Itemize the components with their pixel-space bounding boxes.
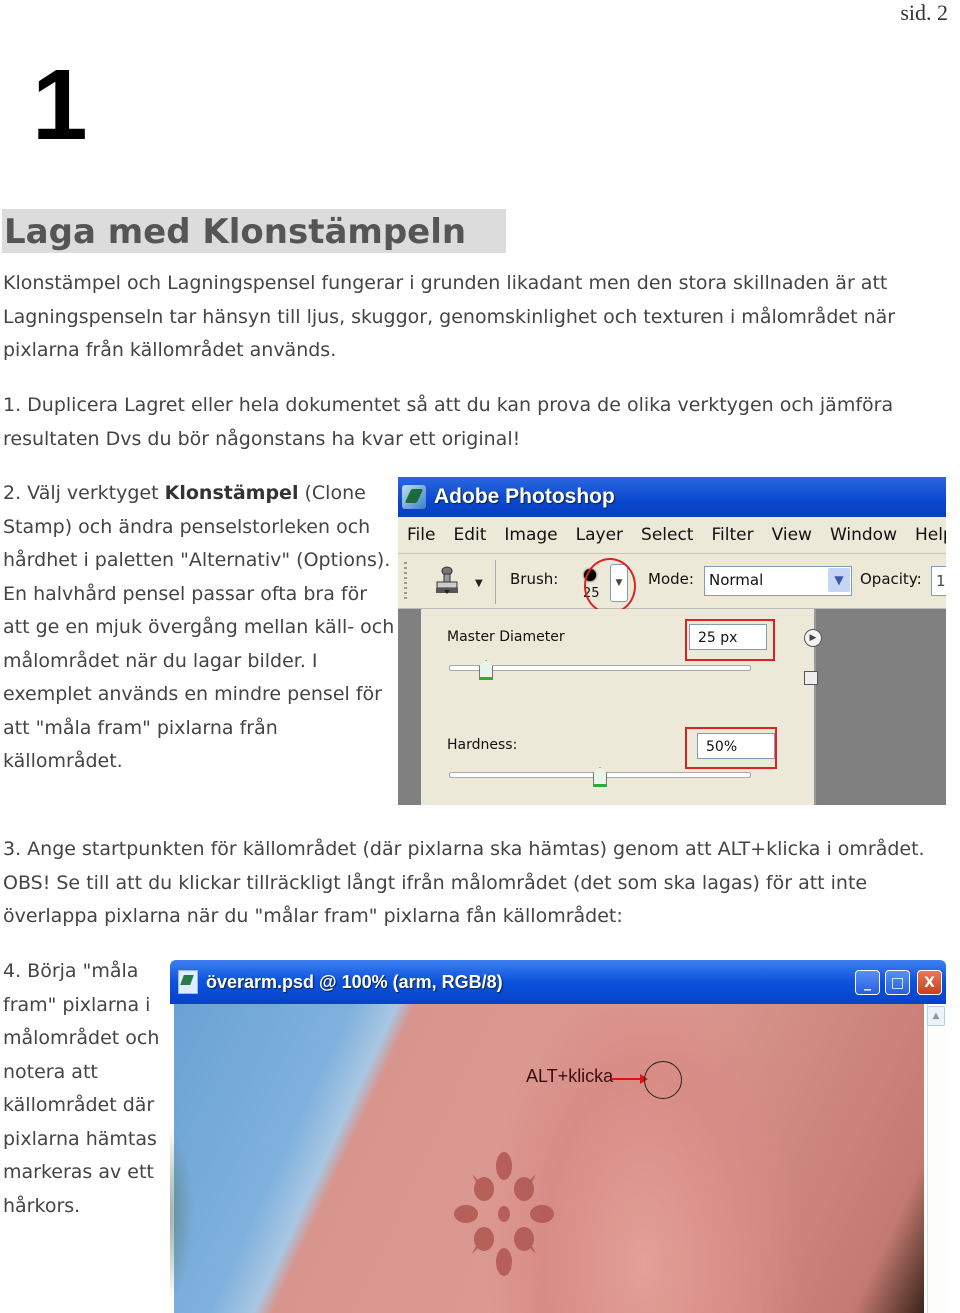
menu-image[interactable]: Image — [504, 525, 557, 545]
options-bar: ▼ Brush: 25 ▼ Mode: Normal ▼ Opacity: 1 — [398, 554, 946, 614]
menu-select[interactable]: Select — [641, 525, 693, 545]
mode-value: Normal — [709, 571, 764, 589]
page-number: sid. 2 — [900, 0, 948, 25]
photoshop-logo-icon — [402, 485, 426, 509]
step-4: 4. Börja "måla fram" pixlarna i målområd… — [3, 960, 160, 1217]
options-grip-handle[interactable] — [404, 562, 407, 602]
menu-file[interactable]: File — [407, 525, 435, 545]
mode-select[interactable]: Normal ▼ — [704, 566, 852, 596]
minimize-button[interactable]: _ — [855, 970, 880, 995]
vertical-scrollbar[interactable] — [927, 1004, 946, 1313]
master-diameter-label: Master Diameter — [447, 629, 565, 645]
step-2-tool-name: Klonstämpel — [164, 482, 299, 504]
step-3: 3. Ange startpunkten för källområdet (dä… — [3, 838, 925, 927]
step-2-prefix: 2. Välj verktyget — [3, 482, 165, 504]
document-title: överarm.psd @ 100% (arm, RGB/8) — [206, 971, 503, 992]
hardness-label: Hardness: — [447, 737, 518, 753]
master-diameter-input[interactable]: 25 px — [689, 624, 767, 650]
diameter-slider-thumb[interactable] — [479, 660, 493, 680]
panel-menu-arrow-icon[interactable]: ▶ — [804, 629, 822, 647]
document-titlebar: överarm.psd @ 100% (arm, RGB/8) _ □ X — [170, 960, 946, 1004]
menu-filter[interactable]: Filter — [711, 525, 753, 545]
intro-paragraph: Klonstämpel och Lagningspensel fungerar … — [3, 272, 896, 361]
document-window-screenshot: överarm.psd @ 100% (arm, RGB/8) _ □ X AL… — [170, 960, 946, 1313]
hardness-slider-thumb[interactable] — [593, 767, 607, 787]
menu-bar: File Edit Image Layer Select Filter View… — [398, 517, 946, 554]
photoshop-titlebar: Adobe Photoshop — [398, 477, 946, 517]
brush-picker-panel: Master Diameter 25 px ▶ Hardness: 50% — [421, 609, 822, 805]
menu-layer[interactable]: Layer — [576, 525, 623, 545]
alt-click-annotation: ALT+klicka — [526, 1066, 614, 1086]
hardness-input[interactable]: 50% — [697, 733, 775, 759]
section-title: Laga med Klonstämpeln — [2, 209, 506, 253]
step-2-suffix: (Clone Stamp) och ändra penselstorleken … — [3, 482, 395, 772]
mode-label: Mode: — [648, 570, 694, 588]
menu-view[interactable]: View — [772, 525, 812, 545]
scroll-up-arrow-icon[interactable]: ▲ — [927, 1006, 945, 1026]
options-separator — [495, 560, 496, 604]
photoshop-screenshot: Adobe Photoshop File Edit Image Layer Se… — [398, 477, 946, 805]
maximize-button[interactable]: □ — [885, 970, 910, 995]
close-button[interactable]: X — [917, 970, 942, 995]
arrow-icon — [612, 1074, 648, 1084]
brush-label: Brush: — [510, 570, 559, 588]
clone-stamp-icon[interactable] — [434, 566, 460, 596]
new-brush-preset-icon[interactable] — [804, 671, 818, 685]
opacity-input[interactable]: 1 — [931, 566, 946, 596]
diameter-slider-track[interactable] — [449, 665, 751, 671]
flower-tattoo — [454, 1152, 554, 1276]
step-2: 2. Välj verktyget Klonstämpel (Clone Sta… — [3, 477, 398, 779]
menu-help[interactable]: Help — [915, 525, 946, 545]
menu-edit[interactable]: Edit — [453, 525, 486, 545]
psd-file-icon — [178, 970, 198, 994]
arm-photo-canvas[interactable]: ALT+klicka — [170, 1004, 924, 1313]
photoshop-app-title: Adobe Photoshop — [434, 485, 615, 508]
menu-window[interactable]: Window — [830, 525, 897, 545]
source-point-circle — [644, 1061, 682, 1099]
chapter-number: 1 — [32, 49, 88, 161]
step-1: 1. Duplicera Lagret eller hela dokumente… — [3, 394, 894, 450]
highlight-circle — [584, 558, 636, 614]
opacity-label: Opacity: — [860, 570, 922, 588]
tool-preset-dropdown-icon[interactable]: ▼ — [475, 578, 483, 589]
chevron-down-icon[interactable]: ▼ — [828, 568, 850, 592]
